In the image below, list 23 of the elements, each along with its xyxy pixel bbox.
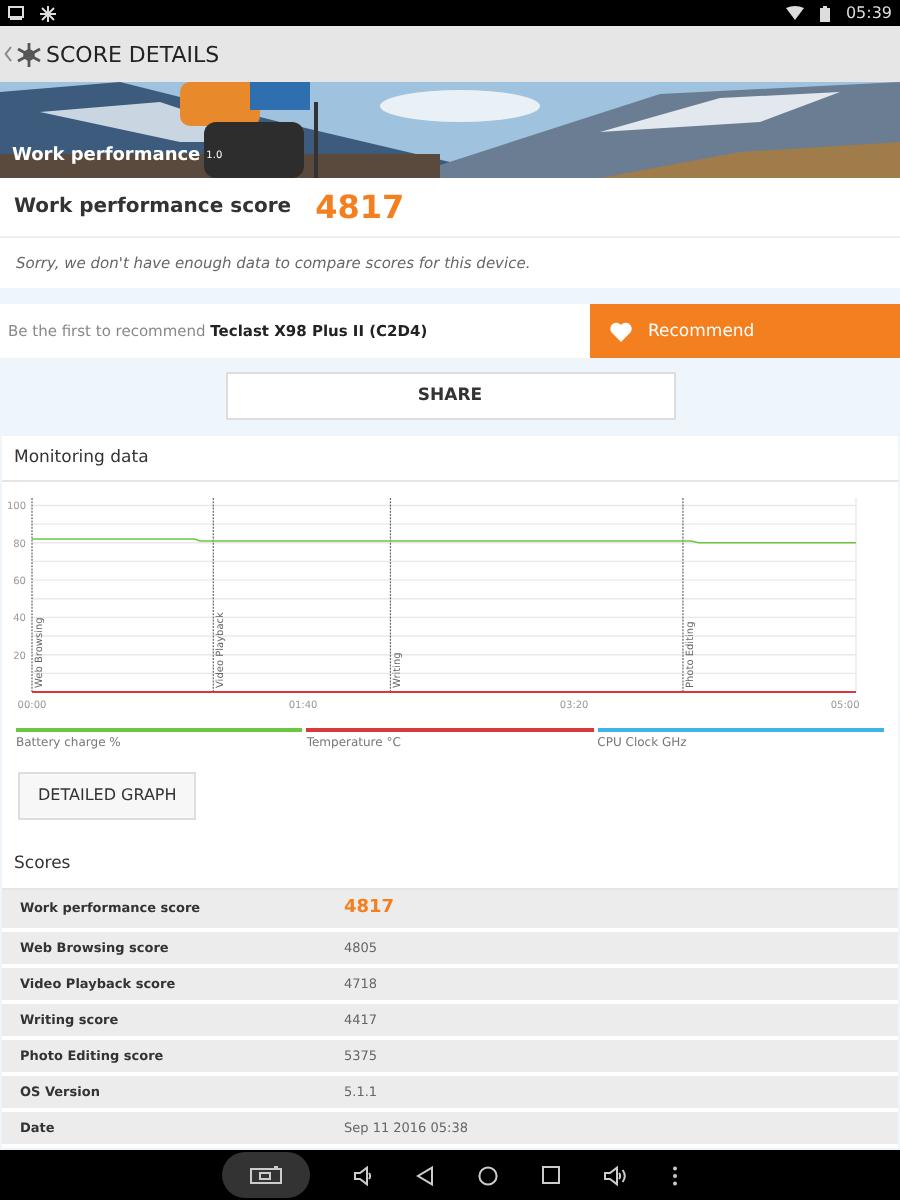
battery-icon <box>819 5 830 21</box>
detailed-graph-button[interactable]: DETAILED GRAPH <box>18 771 197 819</box>
section-title: Monitoring data <box>2 436 898 482</box>
share-button[interactable]: SHARE <box>225 372 675 420</box>
back-icon[interactable] <box>416 1165 434 1185</box>
banner-title: Work performance <box>12 146 201 166</box>
screen-icon <box>8 6 24 20</box>
recents-icon[interactable] <box>542 1166 560 1184</box>
more-icon[interactable] <box>672 1165 678 1185</box>
volume-down-icon[interactable] <box>354 1165 372 1185</box>
snowflake-icon <box>40 5 56 21</box>
volume-up-icon[interactable] <box>604 1165 628 1185</box>
wifi-icon <box>785 6 804 20</box>
score-label: Work performance score <box>14 196 292 218</box>
score-value: 4817 <box>315 188 405 226</box>
home-icon[interactable] <box>478 1165 498 1185</box>
snowflake-icon <box>16 41 42 67</box>
screenshot-button[interactable] <box>222 1152 310 1198</box>
table-cell: 4817 <box>344 898 395 918</box>
camera-icon <box>250 1166 282 1184</box>
status-time: 05:39 <box>845 4 892 22</box>
screen-title: SCORE DETAILS <box>46 41 220 67</box>
heart-icon <box>610 321 632 341</box>
